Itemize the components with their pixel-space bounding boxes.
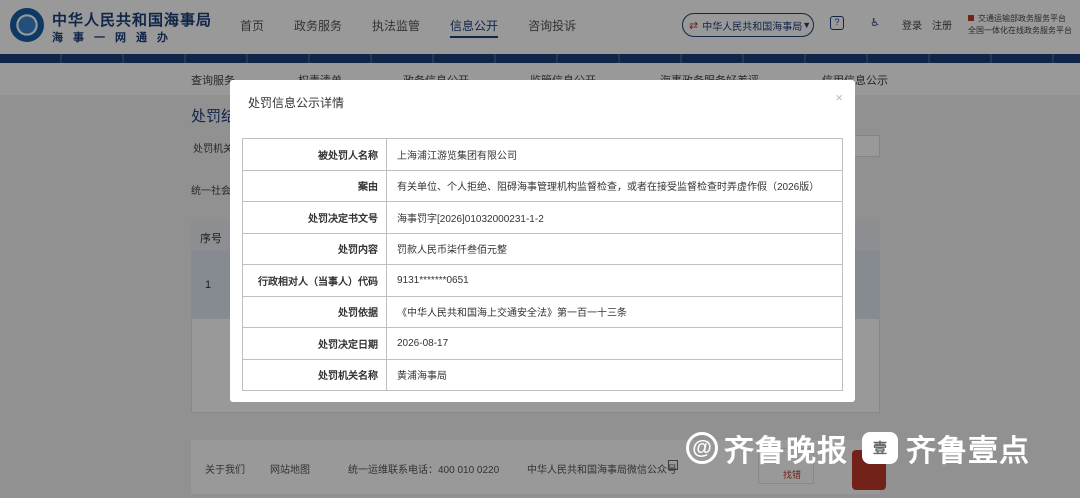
- detail-value: 上海浦江游览集团有限公司: [386, 138, 843, 171]
- watermark-logo-icon: 壹: [862, 432, 898, 464]
- detail-value: 有关单位、个人拒绝、阻碍海事管理机构监督检查，或者在接受监督检查时弄虚作假（20…: [386, 169, 843, 202]
- detail-value: 2026-08-17: [386, 327, 843, 360]
- detail-label: 行政相对人（当事人）代码: [242, 264, 387, 297]
- detail-row-decision-date: 处罚决定日期 2026-08-17: [242, 327, 843, 360]
- detail-value: 黄浦海事局: [386, 358, 843, 391]
- watermark-name: 齐鲁晚报: [724, 434, 848, 469]
- watermark-brand: 齐鲁壹点: [906, 435, 1030, 468]
- detail-value: 罚款人民币柒仟叁佰元整: [386, 232, 843, 265]
- detail-row-party-code: 行政相对人（当事人）代码 9131*******0651: [242, 264, 843, 297]
- detail-value: 《中华人民共和国海上交通安全法》第一百一十三条: [386, 295, 843, 328]
- detail-row-decision-number: 处罚决定书文号 海事罚字[2026]01032000231-1-2: [242, 201, 843, 234]
- detail-value: 海事罚字[2026]01032000231-1-2: [386, 201, 843, 234]
- penalty-detail-table: 被处罚人名称 上海浦江游览集团有限公司 案由 有关单位、个人拒绝、阻碍海事管理机…: [242, 138, 843, 391]
- detail-row-cause: 案由 有关单位、个人拒绝、阻碍海事管理机构监督检查，或者在接受监督检查时弄虚作假…: [242, 169, 843, 202]
- detail-row-legal-basis: 处罚依据 《中华人民共和国海上交通安全法》第一百一十三条: [242, 295, 843, 328]
- detail-label: 案由: [242, 169, 387, 202]
- detail-row-authority: 处罚机关名称 黄浦海事局: [242, 358, 843, 391]
- modal-title: 处罚信息公示详情: [248, 96, 345, 110]
- detail-row-party-name: 被处罚人名称 上海浦江游览集团有限公司: [242, 138, 843, 171]
- detail-label: 处罚依据: [242, 295, 387, 328]
- detail-value: 9131*******0651: [386, 264, 843, 297]
- detail-label: 处罚决定书文号: [242, 201, 387, 234]
- detail-label: 处罚机关名称: [242, 358, 387, 391]
- close-icon[interactable]: ×: [835, 90, 843, 105]
- detail-row-penalty-content: 处罚内容 罚款人民币柒仟叁佰元整: [242, 232, 843, 265]
- detail-label: 处罚内容: [242, 232, 387, 265]
- penalty-detail-modal: 处罚信息公示详情 × 被处罚人名称 上海浦江游览集团有限公司 案由 有关单位、个…: [230, 80, 855, 402]
- detail-label: 处罚决定日期: [242, 327, 387, 360]
- detail-label: 被处罚人名称: [242, 138, 387, 171]
- watermark-at-icon: @: [686, 432, 718, 464]
- news-watermark: @ 齐鲁晚报 壹 齐鲁壹点: [686, 428, 1030, 469]
